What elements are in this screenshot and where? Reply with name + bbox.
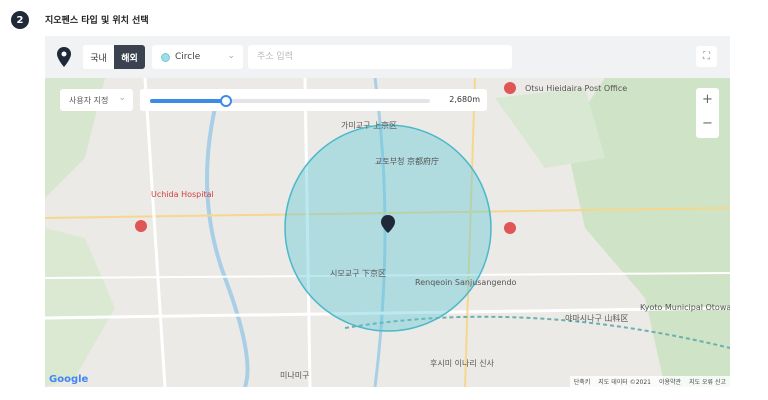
zoom-in-button[interactable]: +: [696, 88, 719, 112]
radius-slider[interactable]: 2,680m: [140, 89, 487, 111]
fullscreen-icon: ⛶: [703, 51, 710, 62]
map-data-text: 지도 데이터 ©2021: [598, 379, 651, 386]
shortcuts-link[interactable]: 단축키: [574, 377, 591, 386]
terms-link[interactable]: 이용약관: [659, 377, 681, 386]
map-label: 시모교구 下京区: [330, 269, 386, 278]
shape-value: Circle: [175, 52, 201, 62]
address-input[interactable]: [248, 45, 512, 69]
map-label: Otsu Hieidaira Post Office: [525, 84, 628, 93]
section-title: 지오펜스 타입 및 위치 선택: [45, 16, 149, 26]
map-label: 후시미 이나리 신사: [430, 359, 494, 368]
domestic-tab[interactable]: 국내: [83, 45, 114, 69]
google-logo: Google: [49, 374, 89, 385]
radius-value: 2,680m: [449, 95, 480, 104]
region-toggle: 국내 해외: [83, 45, 145, 69]
report-error-link[interactable]: 지도 오류 신고: [689, 377, 726, 386]
map-label: Kyoto Municipal Otowa JHS: [640, 303, 730, 312]
shape-select[interactable]: Circle ⌄: [152, 45, 243, 69]
map-label: 교토부청 京都府庁: [375, 157, 439, 166]
chevron-down-icon: ⌄: [227, 51, 235, 61]
mode-select[interactable]: 사용자 지정 ⌄: [60, 89, 133, 111]
map-label: Renqeoin Sanjusangendo: [415, 278, 517, 287]
map-attribution: 단축키 지도 데이터 ©2021 이용약관 지도 오류 신고: [569, 376, 730, 387]
circle-shape-icon: [161, 52, 170, 62]
map-label: 미나미구: [280, 371, 310, 380]
map-label: Uchida Hospital: [151, 190, 214, 199]
fullscreen-button[interactable]: ⛶: [696, 46, 717, 67]
mode-value: 사용자 지정: [69, 95, 109, 105]
slider-track[interactable]: [150, 95, 430, 107]
overseas-tab[interactable]: 해외: [114, 45, 145, 69]
map-label: 야마시나구 山科区: [565, 314, 629, 323]
map-toolbar: 국내 해외 Circle ⌄ ⛶: [45, 36, 730, 78]
chevron-down-icon: ⌄: [118, 93, 126, 103]
step-number: 2: [11, 11, 29, 29]
location-pin-icon: [57, 47, 71, 67]
slider-thumb[interactable]: [219, 95, 232, 107]
zoom-controls: + −: [696, 88, 719, 138]
slider-fill: [150, 99, 226, 103]
map-view[interactable]: 가미교구 上京区 교토부청 京都府庁 시모교구 下京区 야마시나구 山科区 Uc…: [45, 78, 730, 387]
map-label: 가미교구 上京区: [341, 121, 397, 130]
zoom-out-button[interactable]: −: [696, 112, 719, 136]
